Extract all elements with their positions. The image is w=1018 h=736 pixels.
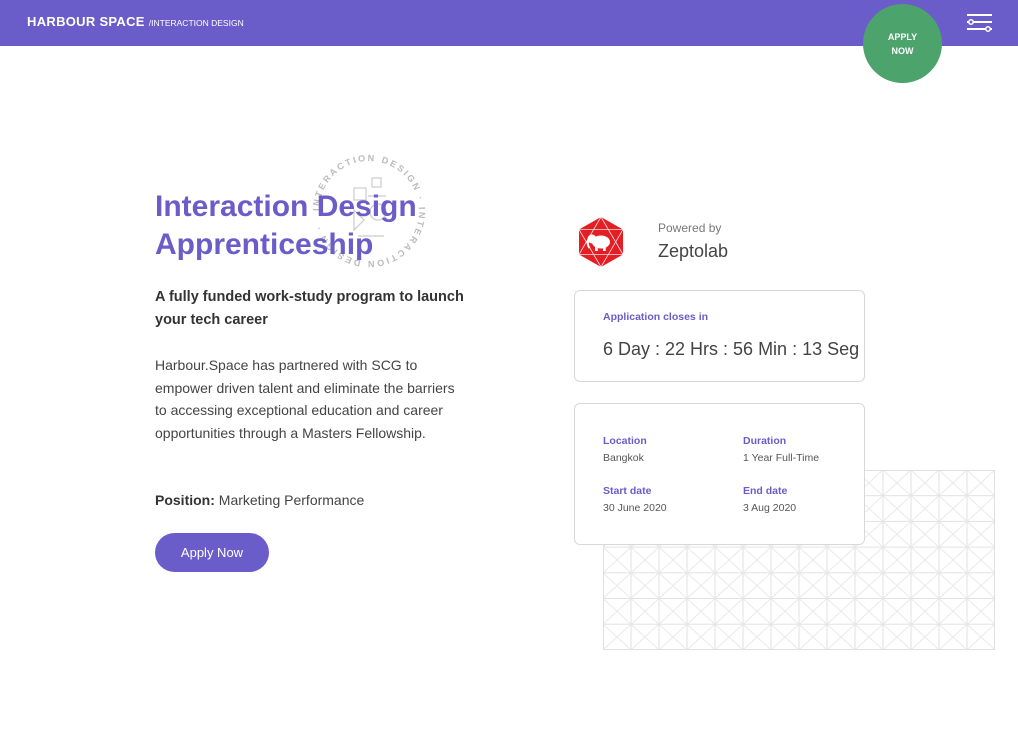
end-date-label: End date [743,485,788,497]
hero-subtitle: A fully funded work-study program to lau… [155,289,464,328]
apply-now-line2: NOW [891,45,914,56]
duration-label: Duration [743,435,787,447]
brand-name[interactable]: HARBOUR SPACE [27,14,145,29]
position-info: Position: Marketing Performance [155,490,364,510]
page-title: Interaction Design Apprenticeship [155,188,455,264]
countdown-timer: 6 Day : 22 Hrs : 56 Min : 13 Seg [603,339,860,359]
location-label: Location [603,435,647,447]
start-date-label: Start date [603,485,652,497]
duration-value: 1 Year Full-Time [743,452,820,464]
sponsor-name: Zeptolab [658,241,729,261]
brand-section[interactable]: /INTERACTION DESIGN [149,18,244,28]
brand-logo[interactable]: HARBOUR SPACE/INTERACTION DESIGN [27,14,244,29]
program-details-card: Location Bangkok Duration 1 Year Full-Ti… [574,403,865,545]
apply-now-circle-button[interactable]: APPLY NOW [863,4,942,83]
hero-description: Harbour.Space has partnered with SCG to … [155,357,455,441]
powered-by-label: Powered by [658,221,722,235]
end-date-value: 3 Aug 2020 [743,502,797,514]
countdown-label: Application closes in [603,311,709,323]
elephant-hexagon-icon [578,216,624,268]
apply-now-button[interactable]: Apply Now [155,533,269,572]
menu-icon[interactable] [966,12,994,34]
countdown-card: Application closes in 6 Day : 22 Hrs : 5… [574,290,865,382]
position-label: Position: [155,492,215,508]
apply-now-line1: APPLY [887,31,918,42]
title-line-2: Apprenticeship [155,228,374,261]
top-navbar: HARBOUR SPACE/INTERACTION DESIGN APPLY N… [0,0,1018,83]
position-value: Marketing Performance [218,492,365,508]
start-date-value: 30 June 2020 [603,502,667,514]
title-line-1: Interaction Design [155,190,417,223]
location-value: Bangkok [603,452,644,464]
